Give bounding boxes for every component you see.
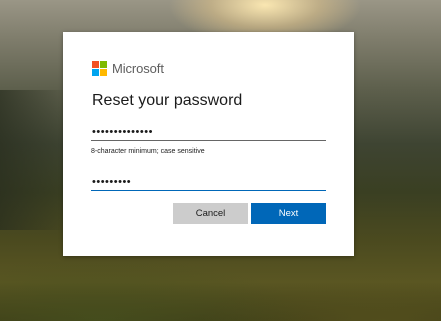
brand-name: Microsoft xyxy=(112,61,164,76)
reset-password-dialog: Microsoft Reset your password 8-characte… xyxy=(63,32,354,256)
microsoft-logo-icon xyxy=(92,61,107,76)
confirm-password-field[interactable] xyxy=(91,173,326,191)
background-shade xyxy=(0,90,70,230)
cancel-button[interactable]: Cancel xyxy=(173,203,248,224)
microsoft-logo: Microsoft xyxy=(92,61,164,76)
new-password-field[interactable] xyxy=(91,123,326,141)
page-title: Reset your password xyxy=(92,92,243,109)
password-hint: 8-character minimum; case sensitive xyxy=(91,148,205,155)
next-button[interactable]: Next xyxy=(251,203,326,224)
